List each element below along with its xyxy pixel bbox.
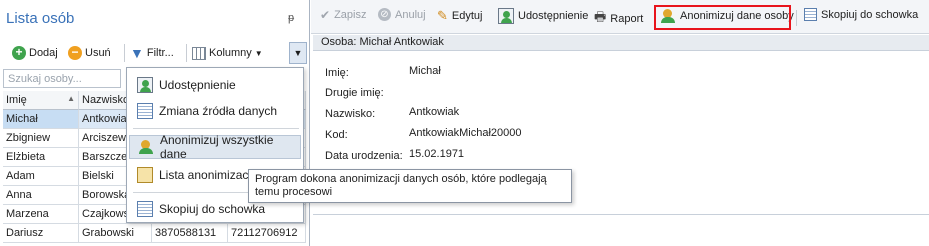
toolbar-separator xyxy=(186,44,187,62)
cell-first-name: Anna xyxy=(3,186,79,205)
table-row[interactable]: Dariusz Grabowski 3870588131 72112706912 xyxy=(3,224,306,243)
field-label-second-name: Drugie imię: xyxy=(325,87,384,99)
cell: 3870588131 xyxy=(152,224,228,243)
clipboard-icon xyxy=(804,8,817,21)
column-header-first-name[interactable]: Imię ▲ xyxy=(3,91,79,110)
toolbar-separator xyxy=(796,10,797,26)
cell-first-name: Dariusz xyxy=(3,224,79,243)
field-value-first-name: Michał xyxy=(409,65,441,77)
cancel-label: Anuluj xyxy=(395,8,426,21)
toolbar-separator xyxy=(124,44,125,62)
pin-icon[interactable]: ᵽ xyxy=(288,12,294,24)
cancel-icon: ⊘ xyxy=(378,8,391,21)
menu-item-label: Zmiana źródła danych xyxy=(159,104,278,118)
save-button[interactable]: ✔ Zapisz xyxy=(320,8,366,22)
remove-label: Usuń xyxy=(85,47,111,59)
add-button[interactable]: + Dodaj xyxy=(12,43,58,63)
edit-button[interactable]: ✎ Edytuj xyxy=(437,8,482,24)
menu-item-anonymize-all[interactable]: Anonimizuj wszystkie dane xyxy=(129,133,301,161)
filter-icon: ▼ xyxy=(130,45,144,61)
menu-item-label: Anonimizuj wszystkie dane xyxy=(160,133,274,161)
field-label-birth-date: Data urodzenia: xyxy=(325,150,403,162)
field-label-first-name: Imię: xyxy=(325,67,349,79)
chevron-down-icon: ▼ xyxy=(293,48,303,58)
cell-first-name: Adam xyxy=(3,167,79,186)
sort-asc-icon: ▲ xyxy=(67,94,75,103)
filter-button[interactable]: ▼ Filtr... xyxy=(130,43,174,63)
columns-label: Kolumny xyxy=(209,47,252,59)
add-label: Dodaj xyxy=(29,47,58,59)
remove-icon: − xyxy=(68,46,82,60)
share-icon xyxy=(137,77,153,93)
pencil-icon: ✎ xyxy=(437,8,448,23)
copy-label: Skopiuj do schowka xyxy=(821,8,919,21)
cell-first-name: Zbigniew xyxy=(3,129,79,148)
chevron-down-icon: ▼ xyxy=(254,48,263,58)
divider xyxy=(313,214,929,215)
list-icon xyxy=(137,167,153,183)
field-value-code: AntkowiakMichał20000 xyxy=(409,127,522,139)
field-label-last-name: Nazwisko: xyxy=(325,108,376,120)
panel-title: Lista osób xyxy=(6,10,75,27)
copy-to-clipboard-button[interactable]: Skopiuj do schowka xyxy=(804,8,918,21)
columns-icon xyxy=(192,46,206,60)
cell-first-name: Elżbieta xyxy=(3,148,79,167)
menu-item-change-data-source[interactable]: Zmiana źródła danych xyxy=(129,99,301,123)
cell: 72112706912 xyxy=(228,224,306,243)
cell-first-name: Michał xyxy=(3,110,79,129)
clipboard-icon xyxy=(137,201,153,217)
edit-label: Edytuj xyxy=(451,10,483,22)
menu-item-label: Lista anonimizacji xyxy=(159,168,254,182)
report-button[interactable]: 🖶 Raport xyxy=(594,8,643,30)
document-icon xyxy=(137,103,153,119)
columns-button[interactable]: Kolumny ▼ xyxy=(192,43,263,63)
save-label: Zapisz xyxy=(334,9,367,21)
field-label-code: Kod: xyxy=(325,129,348,141)
save-icon: ✔ xyxy=(320,8,331,22)
report-label: Raport xyxy=(610,13,644,25)
menu-item-label: Skopiuj do schowka xyxy=(159,202,266,216)
cell-last-name: Grabowski xyxy=(79,224,152,243)
share-icon xyxy=(498,8,514,24)
detail-header: Osoba: Michał Antkowiak xyxy=(313,35,929,51)
menu-separator xyxy=(133,128,299,129)
more-dropdown-button[interactable]: ▼ xyxy=(289,42,307,64)
search-input[interactable] xyxy=(3,69,121,88)
menu-item-share[interactable]: Udostępnienie xyxy=(129,73,301,97)
share-label: Udostępnienie xyxy=(518,10,589,22)
remove-button[interactable]: − Usuń xyxy=(68,43,111,63)
highlight-frame xyxy=(654,5,791,30)
menu-item-label: Udostępnienie xyxy=(159,78,236,92)
printer-icon: 🖶 xyxy=(594,9,607,24)
filter-label: Filtr... xyxy=(146,47,174,59)
share-button[interactable]: Udostępnienie xyxy=(498,8,588,24)
field-value-birth-date: 15.02.1971 xyxy=(409,148,465,160)
anonymize-icon xyxy=(138,139,154,155)
cell-first-name: Marzena xyxy=(3,205,79,224)
field-value-last-name: Antkowiak xyxy=(409,106,460,118)
add-icon: + xyxy=(12,46,26,60)
cancel-button[interactable]: ⊘ Anuluj xyxy=(378,8,426,21)
tooltip: Program dokona anonimizacji danych osób,… xyxy=(248,169,572,203)
